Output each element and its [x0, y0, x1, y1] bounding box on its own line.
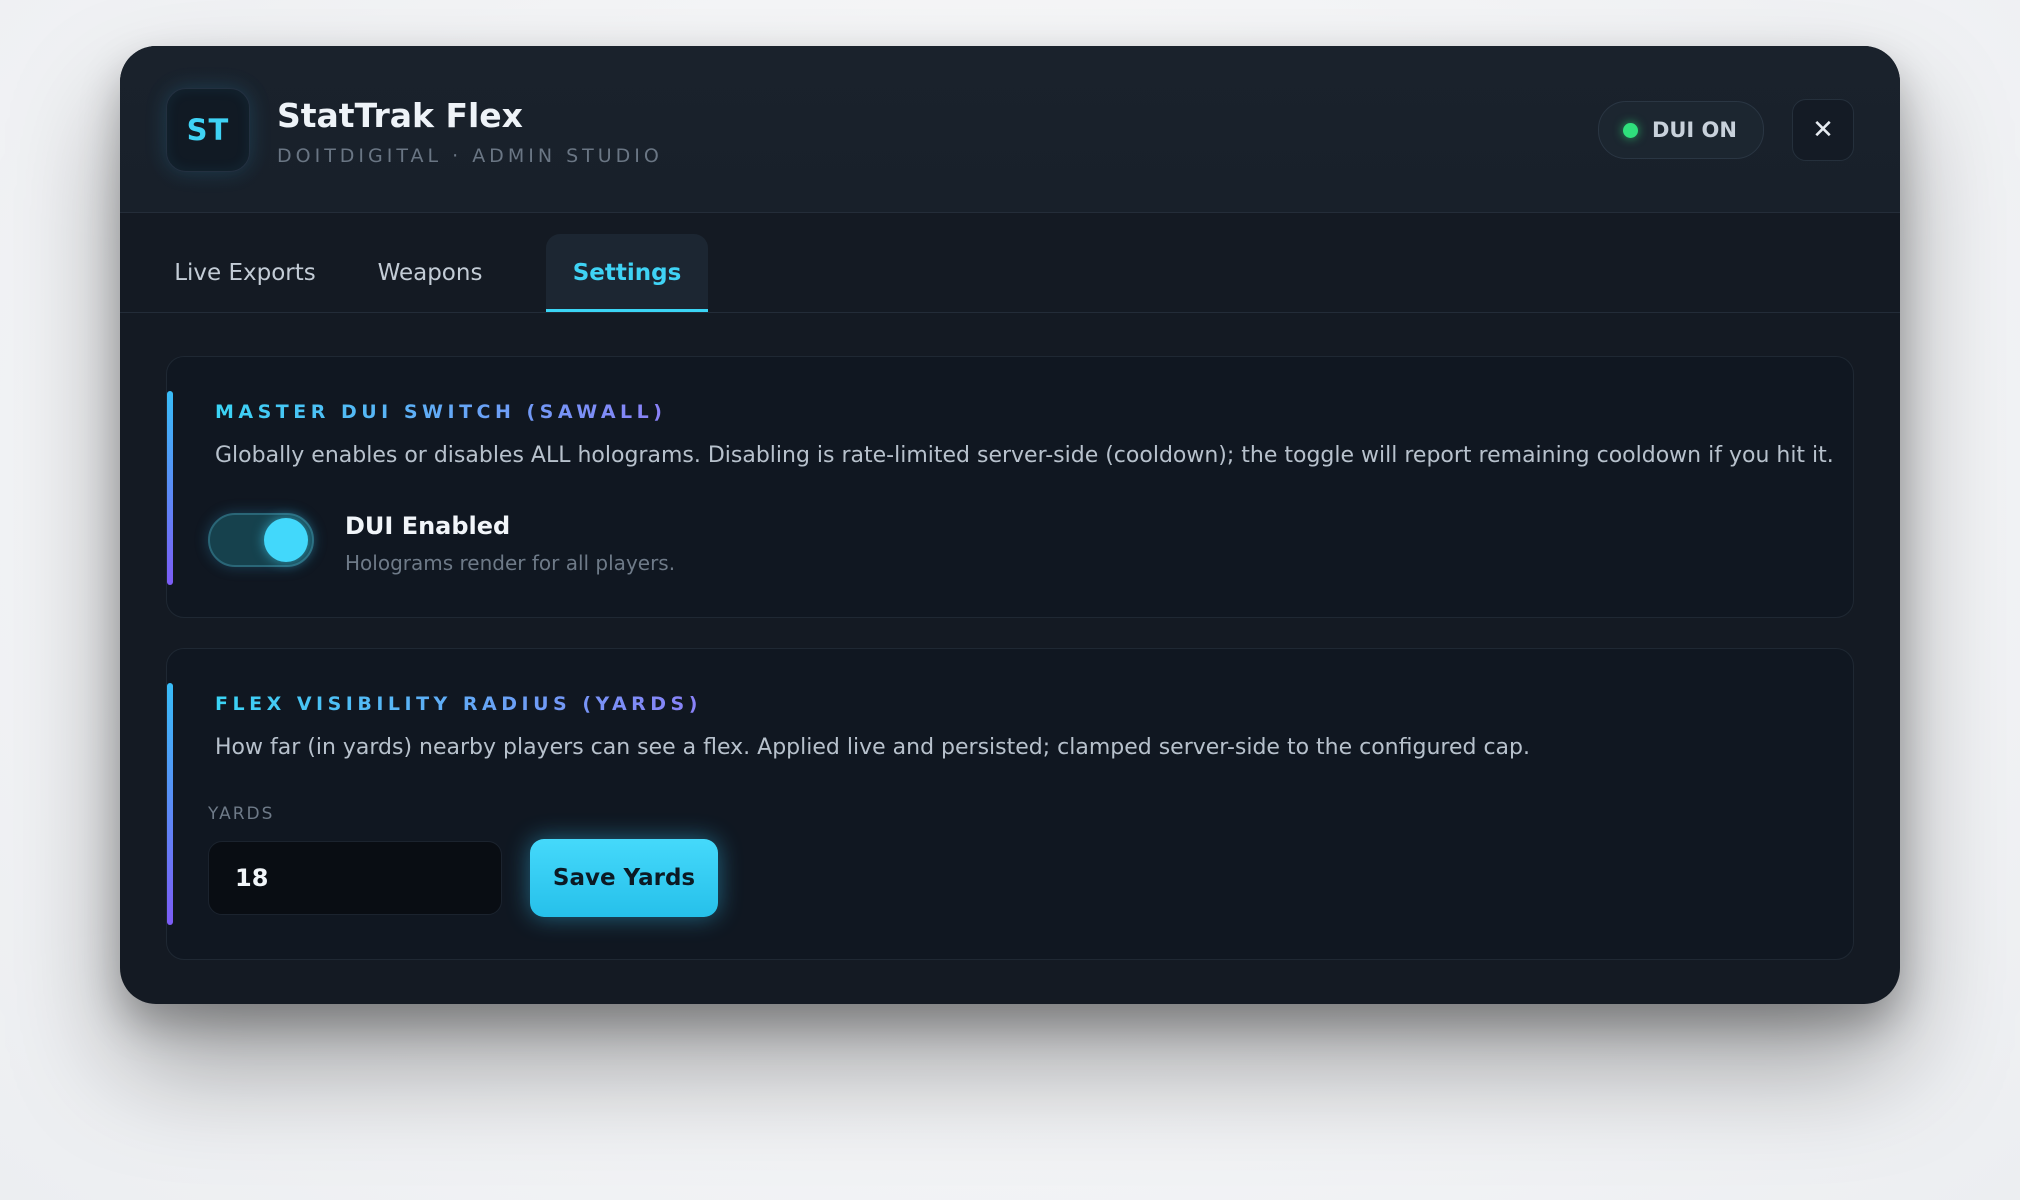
master-switch-card: MASTER DUI SWITCH (SAWALL) Globally enab…: [166, 356, 1854, 618]
app-logo: ST: [166, 88, 250, 172]
app-subtitle: DOITDIGITAL · ADMIN STUDIO: [277, 145, 663, 167]
dui-status-label: DUI ON: [1651, 118, 1737, 142]
visibility-radius-description: How far (in yards) nearby players can se…: [215, 735, 1530, 760]
save-yards-button[interactable]: Save Yards: [530, 839, 718, 917]
tab-settings[interactable]: Settings: [546, 234, 708, 312]
toggle-label: DUI Enabled: [345, 512, 511, 540]
card-accent-bar: [167, 391, 173, 585]
toggle-sublabel: Holograms render for all players.: [345, 551, 676, 575]
dui-enabled-toggle[interactable]: [208, 513, 314, 567]
yards-input[interactable]: [208, 841, 502, 915]
visibility-radius-heading: FLEX VISIBILITY RADIUS (YARDS): [215, 693, 702, 715]
card-accent-bar: [167, 683, 173, 925]
close-button[interactable]: ✕: [1792, 99, 1854, 161]
tab-label: Settings: [572, 260, 682, 286]
yards-field-label: YARDS: [208, 804, 275, 824]
tab-weapons[interactable]: Weapons: [352, 234, 508, 312]
master-switch-description: Globally enables or disables ALL hologra…: [215, 443, 1834, 468]
tab-bar: Live Exports Weapons Settings: [120, 212, 1900, 313]
header: ST StatTrak Flex DOITDIGITAL · ADMIN STU…: [120, 46, 1900, 213]
app-window: ST StatTrak Flex DOITDIGITAL · ADMIN STU…: [120, 46, 1900, 1004]
app-title: StatTrak Flex: [277, 96, 523, 135]
dui-status-badge[interactable]: DUI ON: [1597, 101, 1764, 159]
tab-label: Weapons: [377, 260, 483, 286]
tab-label: Live Exports: [174, 260, 316, 286]
visibility-radius-card: FLEX VISIBILITY RADIUS (YARDS) How far (…: [166, 648, 1854, 960]
master-switch-heading: MASTER DUI SWITCH (SAWALL): [215, 401, 667, 423]
toggle-knob: [264, 518, 308, 562]
close-icon: ✕: [1812, 115, 1834, 145]
status-dot-icon: [1622, 122, 1638, 138]
tab-live-exports[interactable]: Live Exports: [166, 234, 324, 312]
